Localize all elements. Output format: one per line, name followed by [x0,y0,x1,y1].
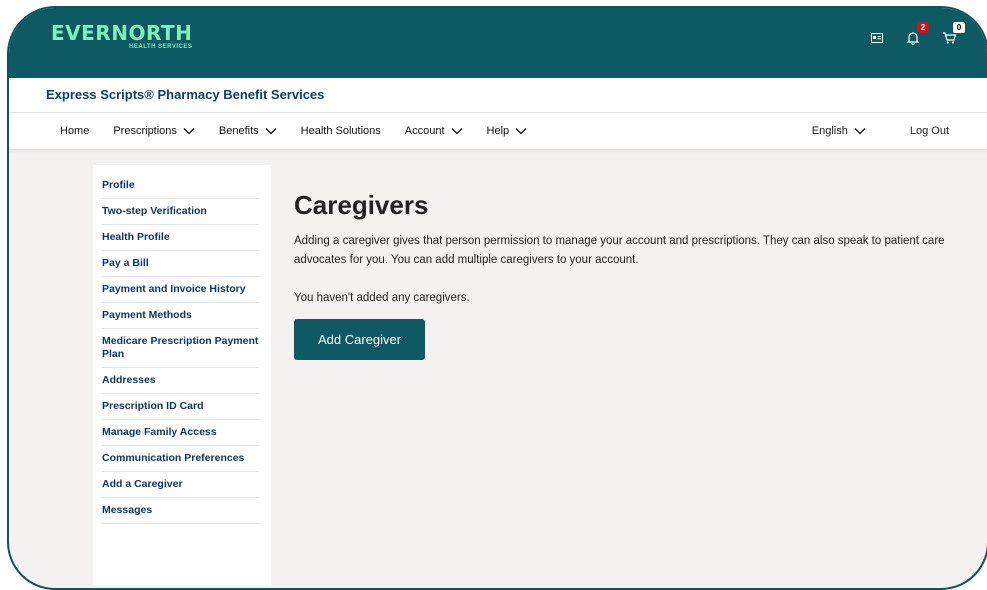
add-caregiver-button[interactable]: Add Caregiver [294,319,426,360]
sidebar-item-profile[interactable]: Profile [102,173,259,199]
caregivers-intro-text: Adding a caregiver gives that person per… [294,235,945,266]
sidebar-item-pay-a-bill[interactable]: Pay a Bill [102,251,259,277]
chevron-down-icon [515,128,527,135]
language-select[interactable]: English [812,125,866,137]
nav-left-items: Home Prescriptions Benefits Health Solut… [60,113,551,149]
logo-wordmark: EVERNORTH [51,21,193,45]
nav-home[interactable]: Home [60,125,89,137]
chevron-down-icon [183,128,195,135]
cart-count-badge: 0 [953,22,965,33]
nav-help[interactable]: Help [487,125,528,137]
sidebar-menu: Profile Two-step Verification Health Pro… [93,165,271,524]
account-sidebar: Profile Two-step Verification Health Pro… [93,165,271,585]
sidebar-item-manage-family-access[interactable]: Manage Family Access [102,420,259,446]
sidebar-item-communication-preferences[interactable]: Communication Preferences [102,446,259,472]
sidebar-item-addresses[interactable]: Addresses [102,368,259,394]
brand-bar: Express Scripts® Pharmacy Benefit Servic… [9,78,987,113]
logout-label: Log Out [909,125,949,137]
nav-account-label: Account [404,125,445,137]
nav-right-items: English Log Out [768,113,949,149]
id-card-icon[interactable] [869,30,885,46]
cart-icon[interactable]: 0 [941,22,965,46]
nav-home-label: Home [60,125,90,137]
nav-health-solutions[interactable]: Health Solutions [301,125,381,137]
main-nav: Home Prescriptions Benefits Health Solut… [9,113,987,149]
sidebar-item-payment-methods[interactable]: Payment Methods [102,303,259,329]
sidebar-item-payment-invoice-history[interactable]: Payment and Invoice History [102,277,259,303]
nav-account[interactable]: Account [405,125,463,137]
page-title: Caregivers [294,190,429,220]
nav-health-solutions-label: Health Solutions [300,125,381,137]
sidebar-item-two-step-verification[interactable]: Two-step Verification [102,199,259,225]
language-label: English [811,125,848,137]
sidebar-item-prescription-id-card[interactable]: Prescription ID Card [102,394,259,420]
chevron-down-icon [854,128,866,135]
chevron-down-icon [265,128,277,135]
app-window: EVERNORTH HEALTH SERVICES 2 0 Express Sc… [7,6,987,590]
header-icons: 2 0 [869,22,965,46]
notification-count-badge: 2 [917,22,929,33]
sidebar-item-add-a-caregiver[interactable]: Add a Caregiver [102,472,259,498]
nav-benefits[interactable]: Benefits [219,125,277,137]
notification-bell-icon[interactable]: 2 [905,22,929,46]
sidebar-item-messages[interactable]: Messages [102,498,259,524]
sidebar-item-medicare-payment-plan[interactable]: Medicare Prescription Payment Plan [102,329,259,368]
nav-prescriptions[interactable]: Prescriptions [113,125,195,137]
site-brand-title[interactable]: Express Scripts® Pharmacy Benefit Servic… [46,87,324,102]
empty-state-message: You haven't added any caregivers. [294,292,470,304]
main-content: Caregivers Adding a caregiver gives that… [294,188,954,360]
chevron-down-icon [451,128,462,135]
sidebar-item-health-profile[interactable]: Health Profile [102,225,259,251]
nav-help-label: Help [486,125,510,137]
evernorth-logo[interactable]: EVERNORTH HEALTH SERVICES [51,22,192,50]
logout-link[interactable]: Log Out [910,125,949,137]
nav-benefits-label: Benefits [218,125,259,137]
nav-prescriptions-label: Prescriptions [113,125,177,137]
top-header: EVERNORTH HEALTH SERVICES 2 0 [9,8,987,78]
